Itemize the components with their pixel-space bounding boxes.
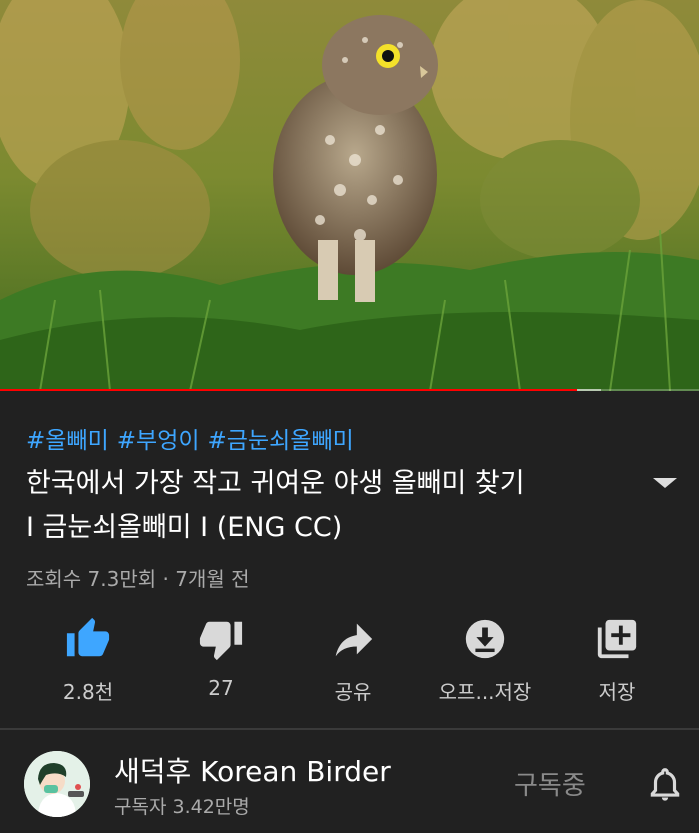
action-bar: 2.8천 27 공유 오프...저장 저장 bbox=[0, 612, 699, 712]
hashtag-link[interactable]: #올빼미 bbox=[26, 428, 109, 454]
channel-avatar[interactable] bbox=[24, 751, 90, 817]
video-player[interactable] bbox=[0, 0, 699, 391]
hashtag-link[interactable]: #금눈쇠올빼미 bbox=[208, 428, 354, 454]
video-title-line-1: 한국에서 가장 작고 귀여운 야생 올빼미 찾기 bbox=[26, 468, 525, 499]
share-label: 공유 bbox=[334, 680, 372, 704]
progress-played bbox=[0, 389, 577, 391]
avatar-illustration bbox=[24, 751, 90, 817]
subscribed-button[interactable]: 구독중 bbox=[514, 765, 586, 802]
thumbs-down-icon bbox=[199, 621, 243, 661]
playlist-add-icon bbox=[597, 619, 637, 659]
channel-name[interactable]: 새덕후 Korean Birder bbox=[114, 750, 391, 790]
video-title-line-2: I 금눈쇠올빼미 I (ENG CC) bbox=[26, 512, 343, 543]
hashtag-link[interactable]: #부엉이 bbox=[117, 428, 200, 454]
share-button[interactable]: 공유 bbox=[293, 612, 413, 712]
like-count: 2.8천 bbox=[62, 680, 114, 704]
hashtag-list: #올빼미 #부엉이 #금눈쇠올빼미 bbox=[26, 421, 362, 455]
like-button[interactable]: 2.8천 bbox=[28, 612, 148, 712]
chevron-down-icon[interactable] bbox=[651, 476, 679, 490]
video-title[interactable]: 한국에서 가장 작고 귀여운 야생 올빼미 찾기 I 금눈쇠올빼미 I (ENG… bbox=[26, 462, 626, 550]
offline-save-label: 오프...저장 bbox=[438, 680, 532, 704]
thumbs-up-icon bbox=[66, 617, 110, 657]
download-icon bbox=[465, 619, 505, 659]
section-divider bbox=[0, 728, 699, 730]
save-to-playlist-button[interactable]: 저장 bbox=[557, 612, 677, 712]
share-icon bbox=[335, 623, 373, 657]
save-label: 저장 bbox=[598, 680, 636, 704]
dislike-button[interactable]: 27 bbox=[161, 612, 281, 712]
video-frame-owl bbox=[0, 0, 699, 391]
dislike-count: 27 bbox=[208, 676, 234, 700]
subscriber-count: 구독자 3.42만명 bbox=[114, 796, 250, 818]
offline-save-button[interactable]: 오프...저장 bbox=[425, 612, 545, 712]
progress-bar[interactable] bbox=[0, 389, 699, 391]
bell-icon[interactable] bbox=[646, 764, 684, 804]
video-meta: 조회수 7.3만회 · 7개월 전 bbox=[26, 567, 250, 591]
